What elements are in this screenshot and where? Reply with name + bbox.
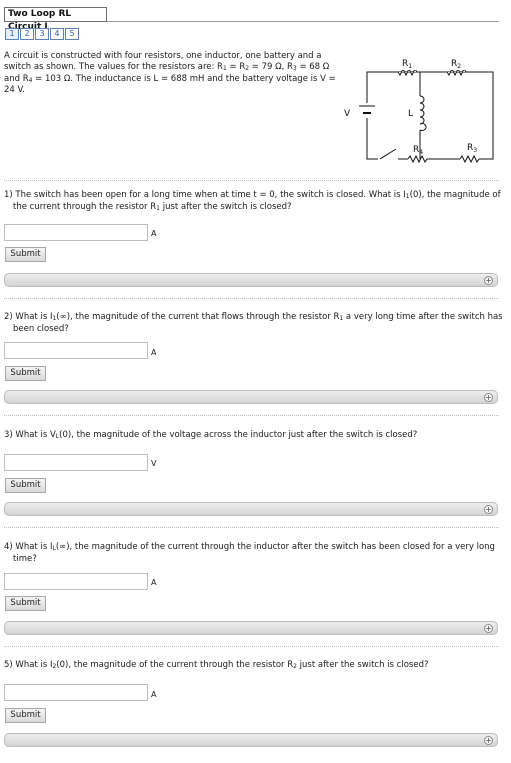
feedback-bar-1[interactable]: + bbox=[4, 273, 498, 287]
answer-input-2[interactable] bbox=[4, 342, 148, 359]
answer-input-5[interactable] bbox=[4, 684, 148, 701]
question-divider bbox=[4, 180, 499, 181]
question-3-text: 3) What is VL(0), the magnitude of the v… bbox=[4, 430, 418, 440]
submit-button-2[interactable]: Submit bbox=[5, 366, 46, 381]
unit-label-1: A bbox=[151, 229, 157, 238]
r3-label: R3 bbox=[467, 143, 477, 154]
submit-button-3[interactable]: Submit bbox=[5, 478, 46, 493]
problem-statement: A circuit is constructed with four resis… bbox=[4, 51, 336, 96]
question-5-text: 5) What is I2(0), the magnitude of the c… bbox=[4, 660, 429, 670]
question-divider bbox=[4, 298, 499, 299]
question-2-text: 2) What is I1(∞), the magnitude of the c… bbox=[4, 312, 503, 335]
answer-input-1[interactable] bbox=[4, 224, 148, 241]
unit-label-2: A bbox=[151, 348, 157, 357]
unit-label-3: V bbox=[151, 459, 157, 468]
question-4-text: 4) What is IL(∞), the magnitude of the c… bbox=[4, 542, 495, 565]
feedback-bar-2[interactable]: + bbox=[4, 390, 498, 404]
question-divider bbox=[4, 415, 499, 416]
page-link-2[interactable]: 2 bbox=[20, 28, 34, 40]
r4-label: R4 bbox=[413, 145, 423, 156]
page-link-3[interactable]: 3 bbox=[35, 28, 49, 40]
question-divider bbox=[4, 527, 499, 528]
r2-label: R2 bbox=[451, 59, 461, 70]
page-link-4[interactable]: 4 bbox=[50, 28, 64, 40]
title-divider bbox=[107, 21, 499, 22]
unit-label-5: A bbox=[151, 690, 157, 699]
plus-circle-icon[interactable]: + bbox=[484, 736, 493, 745]
feedback-bar-4[interactable]: + bbox=[4, 621, 498, 635]
plus-circle-icon[interactable]: + bbox=[484, 276, 493, 285]
feedback-bar-5[interactable]: + bbox=[4, 733, 498, 747]
answer-input-3[interactable] bbox=[4, 454, 148, 471]
submit-button-5[interactable]: Submit bbox=[5, 708, 46, 723]
inductor-label: L bbox=[408, 109, 413, 119]
plus-circle-icon[interactable]: + bbox=[484, 624, 493, 633]
page-link-1[interactable]: 1 bbox=[5, 28, 19, 40]
question-divider bbox=[4, 646, 499, 647]
circuit-diagram: R1 R2 R4 R3 L V bbox=[344, 59, 494, 164]
plus-circle-icon[interactable]: + bbox=[484, 393, 493, 402]
part-pagination: 1 2 3 4 5 bbox=[5, 28, 80, 40]
battery-label: V bbox=[344, 109, 351, 119]
plus-circle-icon[interactable]: + bbox=[484, 505, 493, 514]
submit-button-1[interactable]: Submit bbox=[5, 247, 46, 262]
page-link-5[interactable]: 5 bbox=[65, 28, 79, 40]
unit-label-4: A bbox=[151, 578, 157, 587]
submit-button-4[interactable]: Submit bbox=[5, 596, 46, 611]
problem-title: Two Loop RL Circuit I bbox=[4, 7, 107, 32]
answer-input-4[interactable] bbox=[4, 573, 148, 590]
r1-label: R1 bbox=[402, 59, 412, 70]
feedback-bar-3[interactable]: + bbox=[4, 502, 498, 516]
question-1-text: 1) The switch has been open for a long t… bbox=[4, 190, 501, 213]
